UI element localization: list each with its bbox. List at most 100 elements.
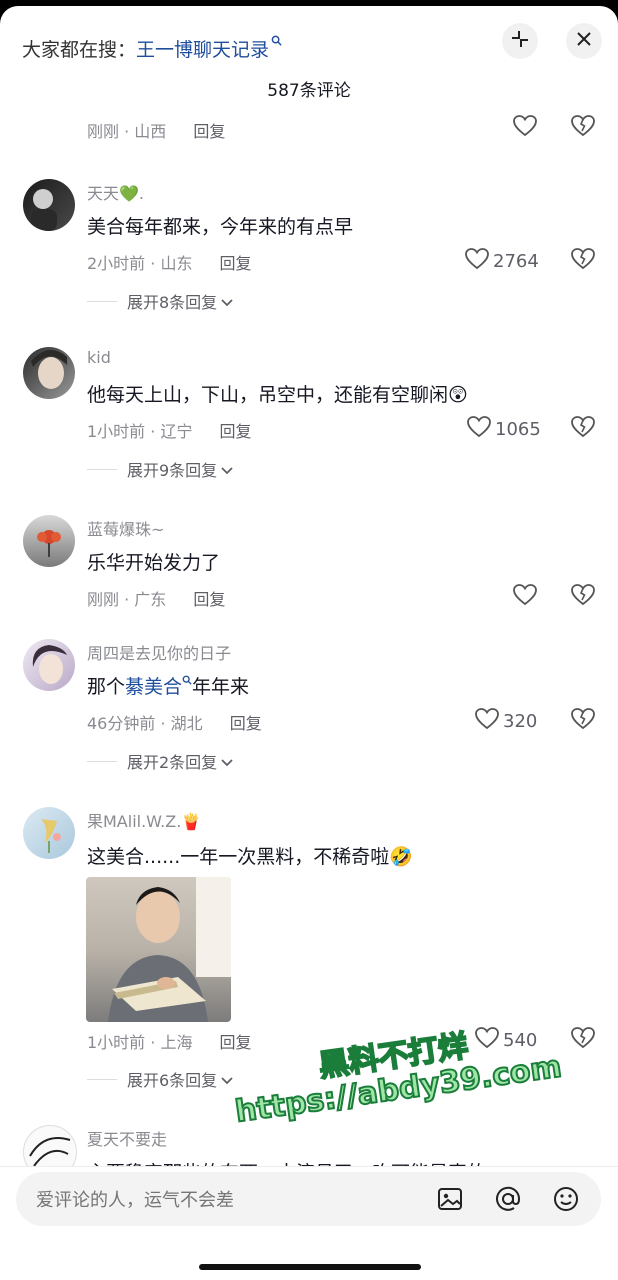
comment-username[interactable]: kid bbox=[87, 348, 111, 367]
dislike-button[interactable] bbox=[570, 247, 596, 275]
comment-search-link[interactable]: 綦美合 bbox=[125, 676, 182, 698]
reply-button[interactable]: 回复 bbox=[193, 122, 225, 141]
avatar[interactable] bbox=[23, 515, 75, 567]
comment-count: 587条评论 bbox=[267, 81, 351, 101]
dislike-button[interactable] bbox=[570, 114, 596, 142]
comment-meta: 刚刚 · 广东 回复 bbox=[87, 586, 225, 610]
broken-heart-icon bbox=[570, 708, 596, 735]
emoji-icon bbox=[552, 1187, 580, 1217]
comment-username[interactable]: 夏天不要走 bbox=[87, 1126, 167, 1150]
dislike-button[interactable] bbox=[570, 1026, 596, 1054]
comment-username[interactable]: 果MAlil.W.Z.🍟 bbox=[87, 808, 201, 832]
reply-button[interactable]: 回复 bbox=[230, 714, 262, 733]
comment-time-location: 46分钟前 · 湖北 bbox=[87, 714, 203, 733]
reply-button[interactable]: 回复 bbox=[220, 422, 252, 441]
avatar[interactable] bbox=[23, 1125, 77, 1166]
comment-time-location: 刚刚 · 广东 bbox=[87, 590, 167, 609]
chevron-down-icon bbox=[221, 292, 233, 311]
divider-line bbox=[87, 760, 117, 762]
close-button[interactable] bbox=[566, 23, 602, 59]
expand-replies-button[interactable]: 展开6条回复 bbox=[87, 1067, 233, 1091]
comment-username[interactable]: 天天💚. bbox=[87, 180, 144, 204]
comment-meta: 刚刚 · 山西 回复 bbox=[87, 118, 225, 142]
avatar[interactable] bbox=[23, 347, 75, 399]
expand-label: 展开2条回复 bbox=[127, 753, 218, 772]
like-button[interactable]: 1065 bbox=[466, 415, 541, 444]
avatar[interactable] bbox=[23, 807, 75, 859]
divider-line bbox=[87, 300, 117, 302]
comment-meta: 1小时前 · 辽宁 回复 bbox=[87, 418, 252, 442]
like-button[interactable] bbox=[512, 583, 538, 612]
comment-meta: 1小时前 · 上海 回复 bbox=[87, 1029, 252, 1053]
expand-replies-button[interactable]: 展开2条回复 bbox=[87, 749, 233, 773]
heart-icon bbox=[474, 1026, 500, 1055]
like-button[interactable] bbox=[512, 114, 538, 143]
heart-icon bbox=[474, 707, 500, 736]
search-icon bbox=[182, 668, 192, 690]
broken-heart-icon bbox=[570, 584, 596, 611]
avatar[interactable] bbox=[23, 179, 75, 231]
comment-time-location: 1小时前 · 上海 bbox=[87, 1033, 193, 1052]
search-prefix: 大家都在搜： bbox=[22, 38, 137, 61]
expand-label: 展开6条回复 bbox=[127, 1071, 218, 1090]
broken-heart-icon bbox=[570, 248, 596, 275]
expand-label: 展开9条回复 bbox=[127, 461, 218, 480]
search-suggestion-link[interactable]: 王一博聊天记录 bbox=[136, 35, 269, 62]
comment-meta: 2小时前 · 山东 回复 bbox=[87, 250, 252, 274]
heart-icon bbox=[512, 583, 538, 612]
like-count: 1065 bbox=[495, 419, 541, 440]
comment-time-location: 刚刚 · 山西 bbox=[87, 122, 167, 141]
reply-button[interactable]: 回复 bbox=[193, 590, 225, 609]
broken-heart-icon bbox=[570, 115, 596, 142]
comment-text: 他每天上山，下山，吊空中，还能有空聊闲😲 bbox=[87, 384, 468, 406]
comment-text-suffix: 年年来 bbox=[192, 676, 250, 698]
reply-button[interactable]: 回复 bbox=[220, 254, 252, 273]
comment-time-location: 2小时前 · 山东 bbox=[87, 254, 193, 273]
shrink-button[interactable] bbox=[502, 23, 538, 59]
heart-icon bbox=[464, 247, 490, 276]
like-button[interactable]: 2764 bbox=[464, 247, 539, 276]
broken-heart-icon bbox=[570, 416, 596, 443]
shrink-icon bbox=[510, 29, 530, 53]
search-icon bbox=[271, 35, 282, 49]
mention-button[interactable] bbox=[494, 1185, 522, 1217]
comment-text: 那个綦美合 年年来 bbox=[87, 672, 249, 699]
dislike-button[interactable] bbox=[570, 583, 596, 611]
like-count: 2764 bbox=[493, 251, 539, 272]
divider-line bbox=[87, 1078, 117, 1080]
chevron-down-icon bbox=[221, 752, 233, 771]
at-icon bbox=[494, 1186, 522, 1217]
expand-replies-button[interactable]: 展开9条回复 bbox=[87, 457, 233, 481]
image-button[interactable] bbox=[436, 1185, 464, 1217]
comment-text: 主要稳定那些的东西，大演员了，咋可能是真的 bbox=[87, 1158, 486, 1166]
comment-username[interactable]: 蓝莓爆珠~ bbox=[87, 516, 164, 540]
image-icon bbox=[436, 1188, 464, 1217]
comment-time-location: 1小时前 · 辽宁 bbox=[87, 422, 193, 441]
like-button[interactable]: 540 bbox=[474, 1026, 537, 1055]
comment-list[interactable]: 刚刚 · 山西 回复 天天💚. 美合每年都来，今年来的有点早 2小时前 · 山东… bbox=[0, 106, 618, 1166]
comment-username[interactable]: 周四是去见你的日子 bbox=[87, 640, 231, 664]
chevron-down-icon bbox=[221, 460, 233, 479]
comment-input-bar[interactable] bbox=[16, 1172, 601, 1228]
reply-button[interactable]: 回复 bbox=[220, 1033, 252, 1052]
dislike-button[interactable] bbox=[570, 415, 596, 443]
expand-label: 展开8条回复 bbox=[127, 293, 218, 312]
comment-text: 美合每年都来，今年来的有点早 bbox=[87, 216, 354, 238]
avatar[interactable] bbox=[23, 639, 75, 691]
like-count: 320 bbox=[503, 711, 538, 732]
chevron-down-icon bbox=[221, 1070, 233, 1089]
comment-text: 这美合......一年一次黑料，不稀奇啦🤣 bbox=[87, 846, 413, 868]
like-button[interactable]: 320 bbox=[474, 707, 537, 736]
expand-replies-button[interactable]: 展开8条回复 bbox=[87, 289, 233, 313]
comment-meta: 46分钟前 · 湖北 回复 bbox=[87, 710, 262, 734]
comment-sheet: 大家都在搜： 王一博聊天记录 587条评论 刚刚 · 山西 回复 天天💚. 美合… bbox=[0, 6, 618, 1280]
comment-image[interactable] bbox=[86, 877, 231, 1022]
comment-input[interactable] bbox=[34, 1172, 418, 1228]
dislike-button[interactable] bbox=[570, 707, 596, 735]
heart-icon bbox=[512, 114, 538, 143]
home-indicator bbox=[199, 1264, 421, 1270]
like-count: 540 bbox=[503, 1030, 538, 1051]
broken-heart-icon bbox=[570, 1027, 596, 1054]
emoji-button[interactable] bbox=[552, 1185, 580, 1217]
close-icon bbox=[575, 30, 593, 52]
